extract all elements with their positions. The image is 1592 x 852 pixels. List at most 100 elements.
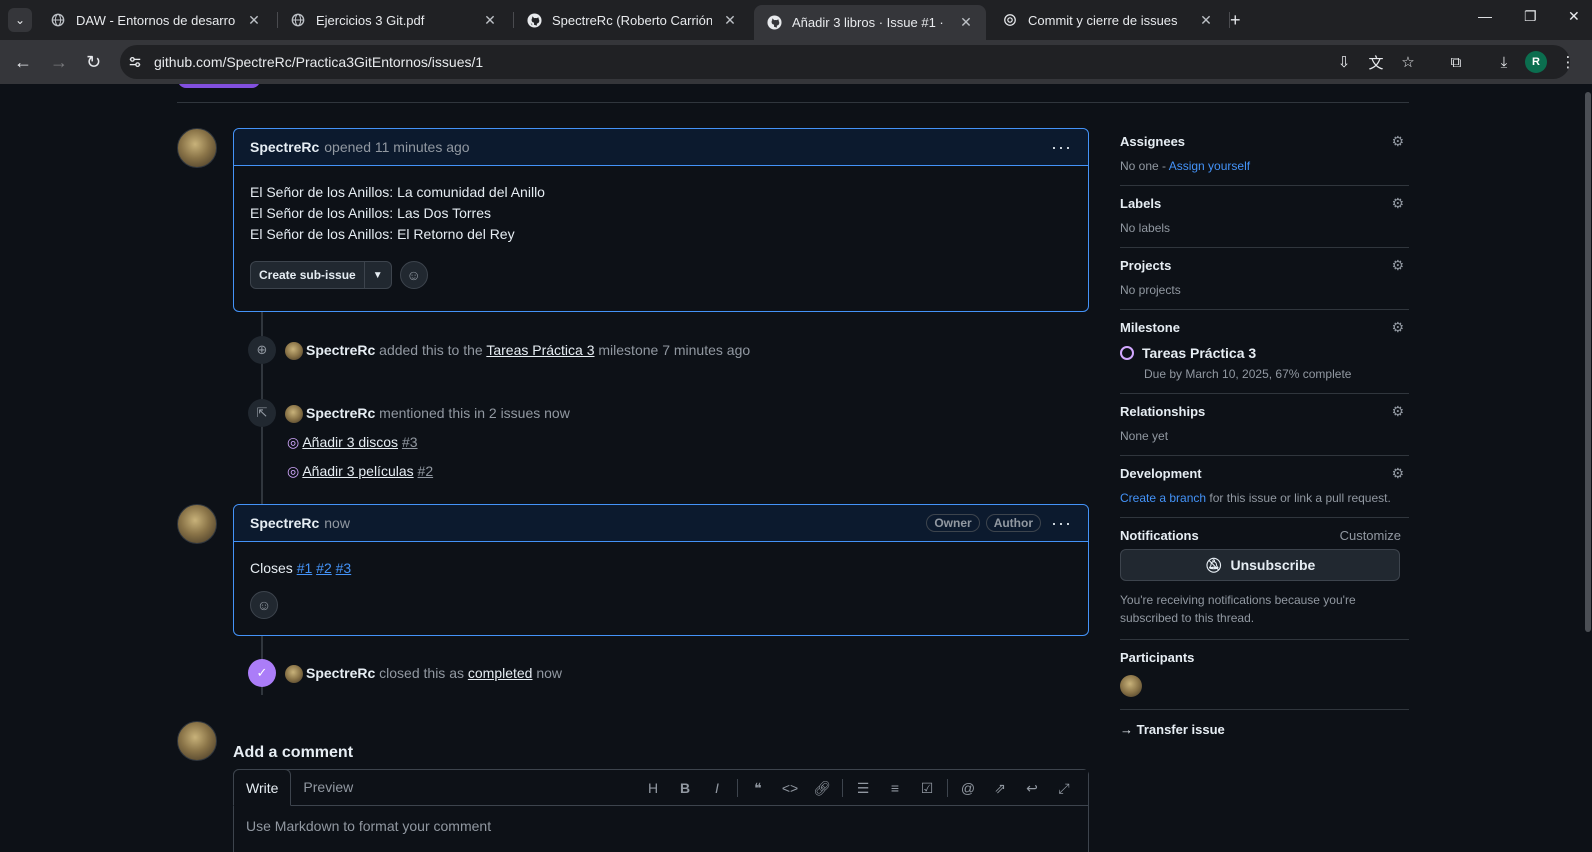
forward-icon[interactable]: → bbox=[50, 52, 68, 73]
browser-menu-icon[interactable]: ⋮ bbox=[1552, 46, 1584, 78]
comment-meta[interactable]: now bbox=[324, 515, 350, 531]
browser-tab-profile[interactable]: SpectreRc (Roberto Carrión) ✕ bbox=[514, 5, 750, 35]
closed-event: SpectreRc closed this as completed now bbox=[285, 665, 562, 684]
issue-ref-link[interactable]: #2 bbox=[316, 560, 332, 576]
milestone-section: Milestone ⚙ Tareas Práctica 3 Due by Mar… bbox=[1120, 310, 1409, 394]
gear-icon[interactable]: ⚙ bbox=[1391, 319, 1404, 336]
development-title: Development bbox=[1120, 466, 1202, 481]
milestone-item[interactable]: Tareas Práctica 3 bbox=[1120, 345, 1409, 361]
kebab-menu-icon[interactable]: ··· bbox=[1051, 513, 1072, 534]
chevron-down-icon[interactable]: ▼ bbox=[365, 262, 391, 288]
bold-icon[interactable]: B bbox=[669, 780, 701, 796]
comment-line: El Señor de los Anillos: La comunidad de… bbox=[250, 184, 545, 200]
current-user-avatar[interactable] bbox=[177, 721, 217, 761]
assign-yourself-link[interactable]: Assign yourself bbox=[1169, 159, 1250, 173]
bulleted-list-icon[interactable]: ☰ bbox=[847, 780, 879, 797]
comment-author[interactable]: SpectreRc bbox=[250, 515, 319, 531]
gear-icon[interactable]: ⚙ bbox=[1391, 195, 1404, 212]
milestone-link[interactable]: Tareas Práctica 3 bbox=[486, 342, 594, 358]
assignees-title: Assignees bbox=[1120, 134, 1186, 149]
author-avatar[interactable] bbox=[177, 504, 217, 544]
back-icon[interactable]: ← bbox=[14, 52, 32, 73]
download-icon[interactable]: ⤓ bbox=[1488, 46, 1520, 78]
development-section: Development ⚙ Create a branch for this i… bbox=[1120, 456, 1409, 518]
fullscreen-icon[interactable]: ⤢ bbox=[1048, 780, 1080, 797]
author-avatar[interactable] bbox=[177, 128, 217, 168]
add-reaction-icon[interactable]: ☺ bbox=[399, 261, 428, 289]
mentioned-issue-3[interactable]: ◎ Añadir 3 discos #3 bbox=[287, 434, 418, 451]
reload-icon[interactable]: ↻ bbox=[86, 52, 101, 73]
customize-link[interactable]: Customize bbox=[1340, 528, 1401, 543]
bookmark-star-icon[interactable]: ☆ bbox=[1392, 46, 1424, 78]
reply-icon[interactable]: ↩ bbox=[1016, 780, 1048, 797]
create-branch-link[interactable]: Create a branch bbox=[1120, 491, 1206, 505]
close-tab-icon[interactable]: ✕ bbox=[958, 14, 974, 31]
gear-icon[interactable]: ⚙ bbox=[1391, 465, 1404, 482]
comment-textarea[interactable]: Use Markdown to format your comment bbox=[234, 806, 1088, 846]
issue-number[interactable]: #3 bbox=[402, 434, 418, 450]
quote-icon[interactable]: ❝ bbox=[742, 780, 774, 797]
scrollbar-thumb[interactable] bbox=[1585, 92, 1591, 632]
milestone-name[interactable]: Tareas Práctica 3 bbox=[1142, 345, 1256, 361]
unsubscribe-button[interactable]: 🔕︎ Unsubscribe bbox=[1120, 549, 1400, 581]
close-tab-icon[interactable]: ✕ bbox=[722, 12, 738, 29]
create-subissue-button[interactable]: Create sub-issue bbox=[251, 262, 365, 288]
issue-sidebar: Assignees ⚙ No one - Assign yourself Lab… bbox=[1120, 124, 1409, 737]
completed-link[interactable]: completed bbox=[468, 665, 533, 681]
site-info-icon[interactable] bbox=[120, 45, 150, 79]
close-tab-icon[interactable]: ✕ bbox=[482, 12, 498, 29]
tab-search-dropdown-icon[interactable]: ⌄ bbox=[8, 8, 32, 32]
event-actor[interactable]: SpectreRc bbox=[306, 342, 375, 358]
new-tab-icon[interactable]: + bbox=[1230, 10, 1241, 31]
link-icon[interactable]: 🔗︎ bbox=[806, 780, 838, 797]
restore-icon[interactable]: ❐ bbox=[1524, 8, 1537, 25]
actor-avatar[interactable] bbox=[285, 405, 303, 424]
markdown-toolbar: H B I ❝ <> 🔗︎ ☰ ≡ ☑ @ ⇗ ↩ ⤢ bbox=[637, 770, 1080, 806]
numbered-list-icon[interactable]: ≡ bbox=[879, 780, 911, 796]
issue-title-link[interactable]: Añadir 3 discos bbox=[302, 434, 398, 450]
mention-icon[interactable]: @ bbox=[952, 780, 984, 796]
profile-avatar[interactable]: R bbox=[1520, 46, 1552, 78]
close-tab-icon[interactable]: ✕ bbox=[1198, 12, 1214, 29]
install-app-icon[interactable]: ⇩ bbox=[1328, 46, 1360, 78]
event-actor[interactable]: SpectreRc bbox=[306, 665, 375, 681]
browser-tab-daw[interactable]: DAW - Entornos de desarrollo-1 ✕ bbox=[38, 5, 274, 35]
translate-icon[interactable]: 文 bbox=[1360, 46, 1392, 78]
close-tab-icon[interactable]: ✕ bbox=[246, 12, 262, 29]
mentioned-issue-2[interactable]: ◎ Añadir 3 películas #2 bbox=[287, 463, 433, 480]
reference-icon[interactable]: ⇗ bbox=[984, 780, 1016, 797]
tab-preview[interactable]: Preview bbox=[291, 768, 365, 805]
participants-title: Participants bbox=[1120, 650, 1195, 665]
milestone-title: Milestone bbox=[1120, 320, 1180, 335]
gear-icon[interactable]: ⚙ bbox=[1391, 133, 1404, 150]
tab-write[interactable]: Write bbox=[233, 769, 292, 806]
issue-number[interactable]: #2 bbox=[418, 463, 434, 479]
milestone-event: SpectreRc added this to the Tareas Práct… bbox=[285, 342, 750, 361]
minimize-icon[interactable]: — bbox=[1478, 8, 1492, 24]
italic-icon[interactable]: I bbox=[701, 780, 733, 796]
actor-avatar[interactable] bbox=[285, 665, 303, 684]
browser-tab-chat[interactable]: Commit y cierre de issues ✕ bbox=[990, 5, 1226, 35]
heading-icon[interactable]: H bbox=[637, 780, 669, 796]
participant-avatar[interactable] bbox=[1120, 675, 1142, 697]
task-list-icon[interactable]: ☑ bbox=[911, 780, 943, 797]
event-actor[interactable]: SpectreRc bbox=[306, 405, 375, 421]
browser-tab-pdf[interactable]: Ejercicios 3 Git.pdf ✕ bbox=[278, 5, 510, 35]
code-icon[interactable]: <> bbox=[774, 780, 806, 796]
actor-avatar[interactable] bbox=[285, 342, 303, 361]
gear-icon[interactable]: ⚙ bbox=[1391, 403, 1404, 420]
notifications-title: Notifications bbox=[1120, 528, 1199, 543]
close-window-icon[interactable]: ✕ bbox=[1568, 8, 1580, 25]
browser-tab-issue-active[interactable]: Añadir 3 libros · Issue #1 · Spec ✕ bbox=[754, 5, 986, 40]
issue-ref-link[interactable]: #1 bbox=[297, 560, 313, 576]
projects-value: No projects bbox=[1120, 283, 1181, 297]
transfer-issue-link[interactable]: → Transfer issue bbox=[1120, 710, 1409, 737]
comment-author[interactable]: SpectreRc bbox=[250, 139, 319, 155]
add-reaction-icon[interactable]: ☺ bbox=[250, 591, 278, 619]
kebab-menu-icon[interactable]: ··· bbox=[1051, 137, 1072, 158]
extensions-icon[interactable]: ⧉ bbox=[1440, 46, 1472, 78]
issue-title-link[interactable]: Añadir 3 películas bbox=[302, 463, 413, 479]
comment-meta[interactable]: opened 11 minutes ago bbox=[324, 139, 469, 155]
issue-ref-link[interactable]: #3 bbox=[336, 560, 352, 576]
gear-icon[interactable]: ⚙ bbox=[1391, 257, 1404, 274]
